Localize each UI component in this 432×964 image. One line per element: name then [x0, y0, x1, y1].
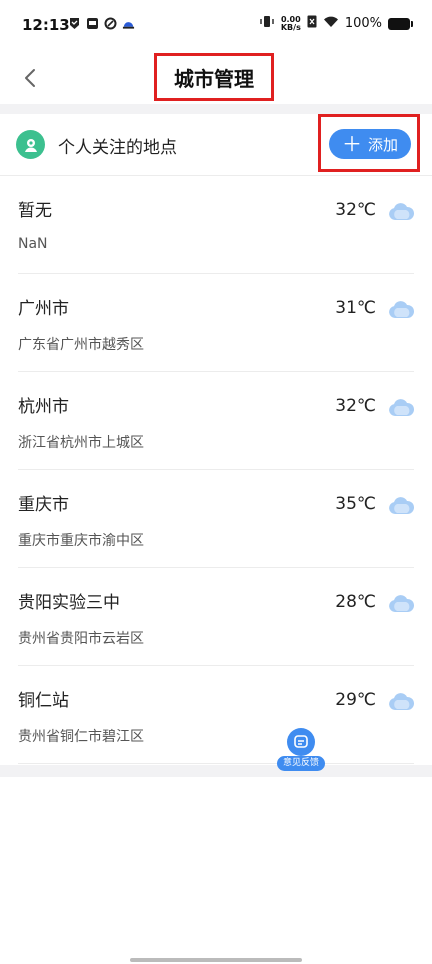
list-item[interactable]: 杭州市 浙江省杭州市上城区 32℃: [18, 372, 414, 470]
cloud-icon: [389, 693, 414, 710]
page-title-highlight: 城市管理: [154, 53, 274, 101]
app-header: 城市管理: [0, 52, 432, 104]
mail-box-icon: [86, 16, 99, 31]
shield-check-icon: [68, 16, 81, 31]
app-notification-icon: [122, 16, 135, 31]
feedback-button[interactable]: 意见反馈: [277, 728, 325, 772]
city-address: 重庆市重庆市渝中区: [18, 533, 144, 549]
city-temperature: 35℃: [335, 494, 376, 514]
city-list: 暂无 NaN 32℃ 广州市 广东省广州市越秀区 31℃ 杭州市 浙江省杭州市上…: [0, 176, 432, 764]
city-address: 浙江省杭州市上城区: [18, 435, 144, 451]
wifi-icon: [323, 15, 339, 32]
cloud-icon: [389, 497, 414, 514]
feedback-label: 意见反馈: [277, 756, 325, 771]
location-person-icon: [16, 130, 45, 159]
back-button[interactable]: [18, 64, 42, 92]
sync-icon: [104, 16, 117, 31]
city-temperature: 32℃: [335, 200, 376, 220]
chevron-left-icon: [25, 69, 35, 87]
vibrate-icon: [259, 15, 275, 32]
add-location-button[interactable]: ＋ 添加: [329, 129, 411, 159]
status-system-icons: 0.00 KB/s 100%: [259, 15, 413, 32]
list-item[interactable]: 重庆市 重庆市重庆市渝中区 35℃: [18, 470, 414, 568]
add-button-label: 添加: [367, 135, 398, 154]
list-bottom-divider: [0, 765, 432, 777]
status-notification-icons: [68, 16, 135, 31]
city-temperature: 28℃: [335, 592, 376, 612]
status-time: 12:13: [22, 16, 70, 34]
section-title: 个人关注的地点: [58, 138, 177, 158]
home-indicator[interactable]: [130, 958, 302, 962]
cloud-icon: [389, 399, 414, 416]
net-speed: 0.00 KB/s: [280, 15, 301, 32]
cloud-icon: [389, 301, 414, 318]
city-name: 重庆市: [18, 495, 69, 515]
city-temperature: 32℃: [335, 396, 376, 416]
battery-text: 100%: [344, 16, 382, 31]
header-divider: [0, 104, 432, 114]
followed-places-header: 个人关注的地点 ＋ 添加: [0, 114, 432, 176]
cloud-icon: [389, 203, 414, 220]
sim-x-icon: [307, 15, 317, 32]
page-title: 城市管理: [174, 66, 254, 91]
city-temperature: 31℃: [335, 298, 376, 318]
city-name: 铜仁站: [18, 691, 69, 711]
city-name: 暂无: [18, 201, 52, 221]
city-temperature: 29℃: [335, 690, 376, 710]
chat-icon: [287, 728, 315, 756]
net-speed-unit: KB/s: [280, 22, 301, 32]
city-address: NaN: [18, 236, 48, 252]
status-bar: 12:13 0.00 KB/s 100%: [0, 0, 432, 52]
list-item[interactable]: 贵阳实验三中 贵州省贵阳市云岩区 28℃: [18, 568, 414, 666]
city-name: 广州市: [18, 299, 69, 319]
plus-icon: ＋: [341, 132, 362, 156]
city-name: 杭州市: [18, 397, 69, 417]
city-address: 贵州省铜仁市碧江区: [18, 729, 144, 745]
add-button-highlight: ＋ 添加: [318, 114, 420, 172]
list-item[interactable]: 暂无 NaN 32℃: [18, 176, 414, 274]
list-item[interactable]: 铜仁站 贵州省铜仁市碧江区 29℃: [18, 666, 414, 764]
city-address: 贵州省贵阳市云岩区: [18, 631, 144, 647]
battery-icon: [388, 17, 413, 30]
list-item[interactable]: 广州市 广东省广州市越秀区 31℃: [18, 274, 414, 372]
city-name: 贵阳实验三中: [18, 593, 120, 613]
cloud-icon: [389, 595, 414, 612]
city-address: 广东省广州市越秀区: [18, 337, 144, 353]
